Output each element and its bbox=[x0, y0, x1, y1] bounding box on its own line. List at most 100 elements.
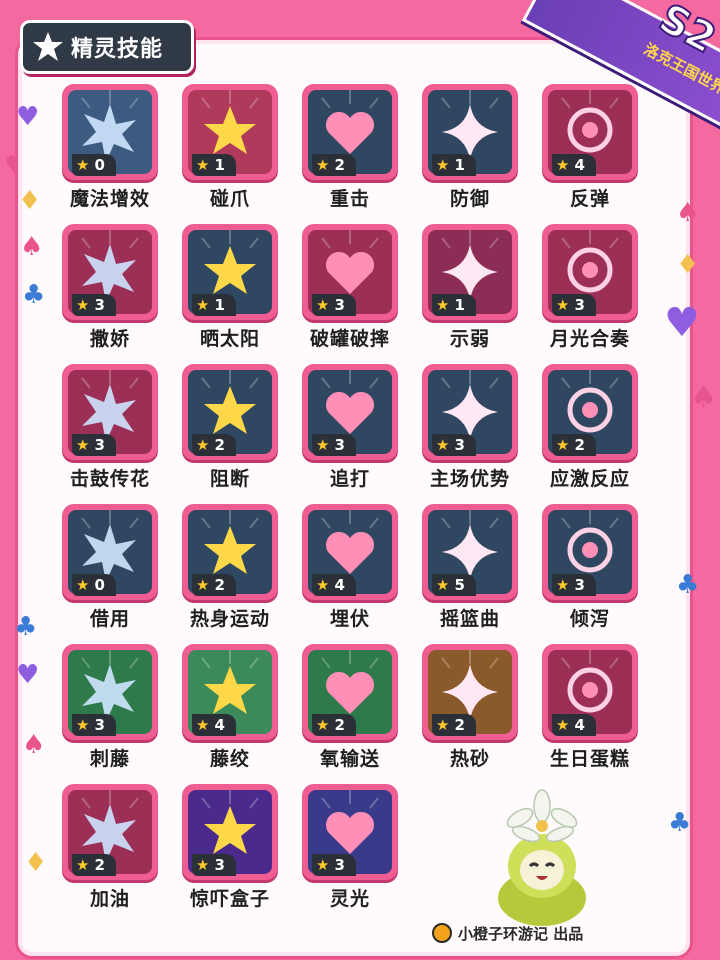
cost-badge: ★ 2 bbox=[192, 434, 236, 456]
club-icon: ♣ bbox=[676, 570, 700, 600]
diamond-icon: ♦ bbox=[24, 848, 48, 878]
skill-card[interactable]: ★ 4 反弹 bbox=[538, 82, 642, 214]
skill-tile: ★ 2 bbox=[182, 364, 278, 460]
diamond-icon: ♦ bbox=[18, 186, 42, 216]
star-icon: ★ bbox=[196, 435, 210, 454]
skill-cost: 0 bbox=[94, 576, 105, 594]
skill-name: 晒太阳 bbox=[199, 328, 260, 350]
skill-tile: ★ 3 bbox=[302, 364, 398, 460]
cost-badge: ★ 1 bbox=[192, 294, 236, 316]
page-title: 精灵技能 bbox=[71, 37, 164, 62]
skill-name: 示弱 bbox=[449, 328, 490, 350]
skill-card[interactable]: ★ 3 击鼓传花 bbox=[58, 362, 162, 494]
skill-cost: 3 bbox=[94, 716, 105, 734]
star-icon: ★ bbox=[436, 295, 450, 314]
skill-card[interactable]: ★ 0 魔法增效 bbox=[58, 82, 162, 214]
skill-card[interactable]: ★ 2 阻断 bbox=[178, 362, 282, 494]
mascot-illustration bbox=[498, 789, 586, 926]
skill-tile: ★ 5 bbox=[422, 504, 518, 600]
skill-cost: 4 bbox=[574, 156, 585, 174]
cost-badge: ★ 2 bbox=[312, 154, 356, 176]
skill-card[interactable]: ★ 3 灵光 bbox=[298, 782, 402, 914]
spade-icon: ♠ bbox=[676, 198, 700, 228]
skill-card[interactable]: ★ 1 晒太阳 bbox=[178, 222, 282, 354]
heart-icon: ♥ bbox=[16, 102, 40, 132]
cost-badge: ★ 1 bbox=[192, 154, 236, 176]
skill-card[interactable]: ★ 3 追打 bbox=[298, 362, 402, 494]
cost-badge: ★ 2 bbox=[432, 714, 476, 736]
skill-cost: 3 bbox=[214, 856, 225, 874]
skill-tile: ★ 4 bbox=[542, 644, 638, 740]
cost-badge: ★ 3 bbox=[72, 714, 116, 736]
skill-tile: ★ 3 bbox=[542, 224, 638, 320]
skill-cost: 4 bbox=[574, 716, 585, 734]
star-icon: ★ bbox=[556, 575, 570, 594]
skill-name: 生日蛋糕 bbox=[549, 748, 630, 770]
cost-badge: ★ 1 bbox=[432, 154, 476, 176]
skill-name: 氧输送 bbox=[319, 748, 380, 770]
skill-tile: ★ 3 bbox=[302, 784, 398, 880]
cost-badge: ★ 2 bbox=[312, 714, 356, 736]
skill-card[interactable]: ★ 2 加油 bbox=[58, 782, 162, 914]
skill-card[interactable]: ★ 5 摇篮曲 bbox=[418, 502, 522, 634]
skill-card[interactable]: ★ 1 碰爪 bbox=[178, 82, 282, 214]
cost-badge: ★ 2 bbox=[72, 854, 116, 876]
skill-name: 埋伏 bbox=[329, 608, 370, 630]
star-icon: ★ bbox=[76, 295, 90, 314]
star-icon: ★ bbox=[436, 435, 450, 454]
cost-badge: ★ 1 bbox=[432, 294, 476, 316]
skill-card[interactable]: ★ 0 借用 bbox=[58, 502, 162, 634]
star-icon: ★ bbox=[316, 155, 330, 174]
skill-card[interactable]: ★ 3 撒娇 bbox=[58, 222, 162, 354]
skill-card[interactable]: ★ 2 热身运动 bbox=[178, 502, 282, 634]
skill-tile: ★ 2 bbox=[542, 364, 638, 460]
skill-card[interactable]: ★ 1 防御 bbox=[418, 82, 522, 214]
skill-tile: ★ 1 bbox=[422, 224, 518, 320]
cost-badge: ★ 5 bbox=[432, 574, 476, 596]
skill-card[interactable]: ★ 3 惊吓盒子 bbox=[178, 782, 282, 914]
skill-name: 反弹 bbox=[569, 188, 610, 210]
skill-card[interactable]: ★ 3 刺藤 bbox=[58, 642, 162, 774]
skill-card[interactable]: ★ 4 生日蛋糕 bbox=[538, 642, 642, 774]
star-icon: ★ bbox=[196, 575, 210, 594]
skill-card[interactable]: ★ 2 应激反应 bbox=[538, 362, 642, 494]
skill-cost: 3 bbox=[454, 436, 465, 454]
skill-card[interactable]: ★ 3 月光合奏 bbox=[538, 222, 642, 354]
cost-badge: ★ 4 bbox=[192, 714, 236, 736]
skill-name: 追打 bbox=[329, 468, 370, 490]
skill-card[interactable]: ★ 3 破罐破摔 bbox=[298, 222, 402, 354]
skill-tile: ★ 2 bbox=[422, 644, 518, 740]
spade-icon: ♠ bbox=[22, 730, 46, 760]
skill-tile: ★ 3 bbox=[422, 364, 518, 460]
skill-card[interactable]: ★ 2 热砂 bbox=[418, 642, 522, 774]
skill-cost: 2 bbox=[214, 576, 225, 594]
skill-name: 加油 bbox=[89, 888, 130, 910]
star-burst-icon bbox=[33, 32, 63, 61]
star-icon: ★ bbox=[436, 715, 450, 734]
cost-badge: ★ 4 bbox=[312, 574, 356, 596]
skill-tile: ★ 3 bbox=[62, 644, 158, 740]
skill-card[interactable]: ★ 2 重击 bbox=[298, 82, 402, 214]
skill-name: 击鼓传花 bbox=[69, 468, 150, 490]
skill-cost: 3 bbox=[94, 436, 105, 454]
skill-cost: 1 bbox=[214, 296, 225, 314]
star-icon: ★ bbox=[556, 715, 570, 734]
skill-card[interactable]: ★ 1 示弱 bbox=[418, 222, 522, 354]
cost-badge: ★ 3 bbox=[552, 574, 596, 596]
skill-tile: ★ 2 bbox=[62, 784, 158, 880]
skill-tile: ★ 1 bbox=[182, 224, 278, 320]
credit-line: 小橙子环游记 出品 bbox=[432, 922, 583, 944]
skill-card[interactable]: ★ 4 藤绞 bbox=[178, 642, 282, 774]
credit-text: 小橙子环游记 出品 bbox=[458, 924, 584, 943]
skill-cost: 3 bbox=[574, 296, 585, 314]
skill-name: 碰爪 bbox=[209, 188, 250, 210]
star-icon: ★ bbox=[436, 575, 450, 594]
skill-tile: ★ 4 bbox=[182, 644, 278, 740]
star-icon: ★ bbox=[76, 855, 90, 874]
skill-card[interactable]: ★ 4 埋伏 bbox=[298, 502, 402, 634]
skill-cost: 3 bbox=[334, 856, 345, 874]
skill-card[interactable]: ★ 3 倾泻 bbox=[538, 502, 642, 634]
skill-card[interactable]: ★ 3 主场优势 bbox=[418, 362, 522, 494]
skill-card[interactable]: ★ 2 氧输送 bbox=[298, 642, 402, 774]
skill-tile: ★ 1 bbox=[182, 84, 278, 180]
